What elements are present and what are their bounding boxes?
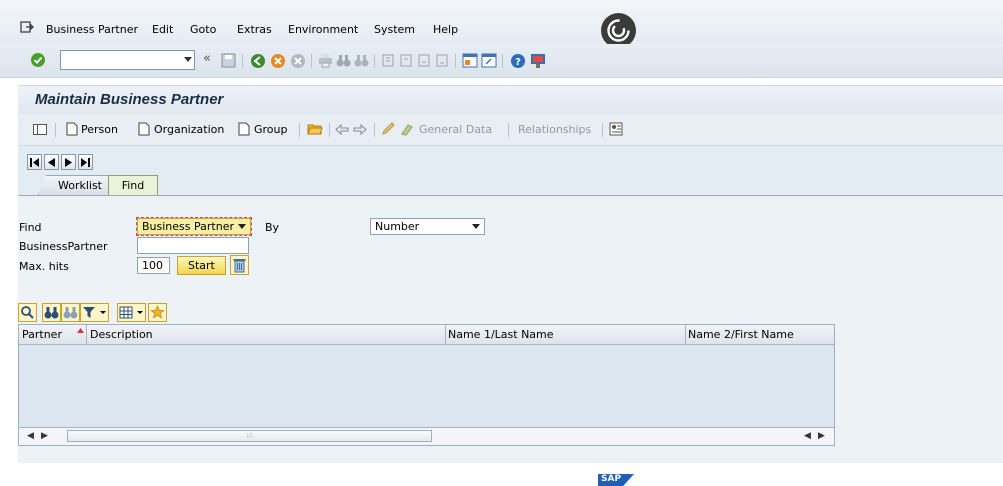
last-page-icon[interactable] xyxy=(435,53,449,68)
menu-goto[interactable]: Goto xyxy=(190,23,216,36)
organization-button[interactable]: Organization xyxy=(154,123,224,136)
person-document-icon[interactable] xyxy=(66,122,78,136)
application-toolbar: Person Organization Group General Data R… xyxy=(18,114,1003,146)
business-partner-input[interactable] xyxy=(137,237,249,254)
tab-find-label: Find xyxy=(121,179,145,192)
edit-pencil-icon[interactable] xyxy=(381,122,396,136)
results-grid: Partner Description Name 1/Last Name Nam… xyxy=(18,324,835,446)
menu-bar: Business Partner Edit Goto Extras Enviro… xyxy=(0,0,1003,48)
next-item-button[interactable] xyxy=(61,154,76,170)
svg-text:?: ? xyxy=(515,57,521,68)
sap-logo: SAP xyxy=(598,474,634,486)
menu-environment[interactable]: Environment xyxy=(288,23,358,36)
title-bar: Maintain Business Partner xyxy=(18,85,1003,114)
first-item-button[interactable] xyxy=(27,154,42,170)
max-hits-value: 100 xyxy=(142,259,163,272)
scroll-thumb[interactable]: ::: xyxy=(67,430,432,442)
last-item-button[interactable] xyxy=(78,154,93,170)
first-page-icon[interactable] xyxy=(381,53,395,68)
layout-grid-icon[interactable] xyxy=(117,303,146,322)
horizontal-scrollbar[interactable]: ◀ ▶ ::: ◀ ▶ xyxy=(19,427,834,445)
scroll-left-arrow-icon[interactable]: ◀ xyxy=(27,431,34,441)
previous-item-button[interactable] xyxy=(44,154,59,170)
delete-trash-icon[interactable] xyxy=(230,255,249,275)
command-field[interactable] xyxy=(60,50,195,70)
forward-arrow-icon[interactable] xyxy=(353,124,367,135)
back-icon[interactable] xyxy=(250,53,266,69)
menu-edit[interactable]: Edit xyxy=(152,23,173,36)
customize-layout-icon[interactable] xyxy=(530,53,546,69)
filter-icon[interactable] xyxy=(80,303,109,322)
next-page-icon[interactable] xyxy=(417,53,431,68)
tab-worklist-label: Worklist xyxy=(57,179,102,192)
menu-business-partner[interactable]: Business Partner xyxy=(46,23,138,36)
find-next-icon[interactable] xyxy=(354,53,369,68)
help-icon[interactable]: ? xyxy=(510,53,526,69)
group-button[interactable]: Group xyxy=(254,123,288,136)
start-button[interactable]: Start xyxy=(177,256,226,275)
enter-check-icon[interactable] xyxy=(30,52,46,68)
page-title: Maintain Business Partner xyxy=(35,91,224,108)
back-arrow-icon[interactable] xyxy=(335,124,349,135)
menu-extras[interactable]: Extras xyxy=(237,23,272,36)
group-document-icon[interactable] xyxy=(238,122,250,136)
find-label: Find xyxy=(19,221,42,234)
chevron-down-icon[interactable] xyxy=(238,224,246,229)
by-label: By xyxy=(265,221,280,234)
organization-document-icon[interactable] xyxy=(138,122,150,136)
column-header-name-2[interactable]: Name 2/First Name xyxy=(688,328,794,341)
find-type-value: Business Partner xyxy=(142,220,234,233)
chevron-down-icon[interactable] xyxy=(472,224,480,229)
max-hits-input[interactable]: 100 xyxy=(137,257,170,274)
person-button[interactable]: Person xyxy=(81,123,118,136)
relationships-button[interactable]: Relationships xyxy=(518,123,591,136)
find-next-icon[interactable] xyxy=(61,303,80,322)
column-header-partner[interactable]: Partner xyxy=(22,328,62,341)
details-magnifier-icon[interactable] xyxy=(18,303,37,322)
find-binoculars-icon[interactable] xyxy=(336,53,351,68)
previous-page-icon[interactable] xyxy=(399,53,413,68)
by-criteria-dropdown[interactable]: Number xyxy=(370,218,485,235)
exit-orange-icon[interactable] xyxy=(270,53,286,69)
exit-icon[interactable] xyxy=(20,21,34,33)
general-data-button[interactable]: General Data xyxy=(419,123,492,136)
locator-toggle-icon[interactable] xyxy=(33,124,47,135)
find-type-dropdown[interactable]: Business Partner xyxy=(136,217,252,236)
sort-ascending-icon xyxy=(77,328,84,333)
save-icon[interactable] xyxy=(221,53,236,68)
system-toolbar: « ? xyxy=(0,44,1003,78)
open-folder-icon[interactable] xyxy=(307,122,323,136)
print-icon[interactable] xyxy=(318,53,333,68)
find-binoculars-icon[interactable] xyxy=(42,303,61,322)
display-change-icon[interactable] xyxy=(400,122,414,136)
max-hits-label: Max. hits xyxy=(19,260,69,273)
tab-find[interactable]: Find xyxy=(108,175,158,195)
grid-header: Partner Description Name 1/Last Name Nam… xyxy=(19,325,834,345)
cancel-icon[interactable] xyxy=(290,53,306,69)
by-criteria-value: Number xyxy=(375,220,420,233)
loading-spinner-icon xyxy=(601,13,636,48)
new-session-icon[interactable] xyxy=(462,53,478,68)
column-header-name-1[interactable]: Name 1/Last Name xyxy=(448,328,554,341)
collapse-double-chevron-icon[interactable]: « xyxy=(203,51,211,66)
create-shortcut-icon[interactable] xyxy=(481,53,497,68)
scroll-right-arrow-icon[interactable]: ▶ xyxy=(41,431,48,441)
column-header-description[interactable]: Description xyxy=(90,328,153,341)
menu-help[interactable]: Help xyxy=(433,23,458,36)
favorite-star-icon[interactable] xyxy=(148,303,167,322)
start-button-label: Start xyxy=(188,259,215,272)
address-book-icon[interactable] xyxy=(609,122,623,136)
menu-system[interactable]: System xyxy=(374,23,415,36)
scroll-left-end-arrow-icon[interactable]: ◀ xyxy=(804,431,811,441)
business-partner-label: BusinessPartner xyxy=(19,240,108,253)
chevron-down-icon[interactable] xyxy=(184,57,192,62)
scroll-right-end-arrow-icon[interactable]: ▶ xyxy=(818,431,825,441)
